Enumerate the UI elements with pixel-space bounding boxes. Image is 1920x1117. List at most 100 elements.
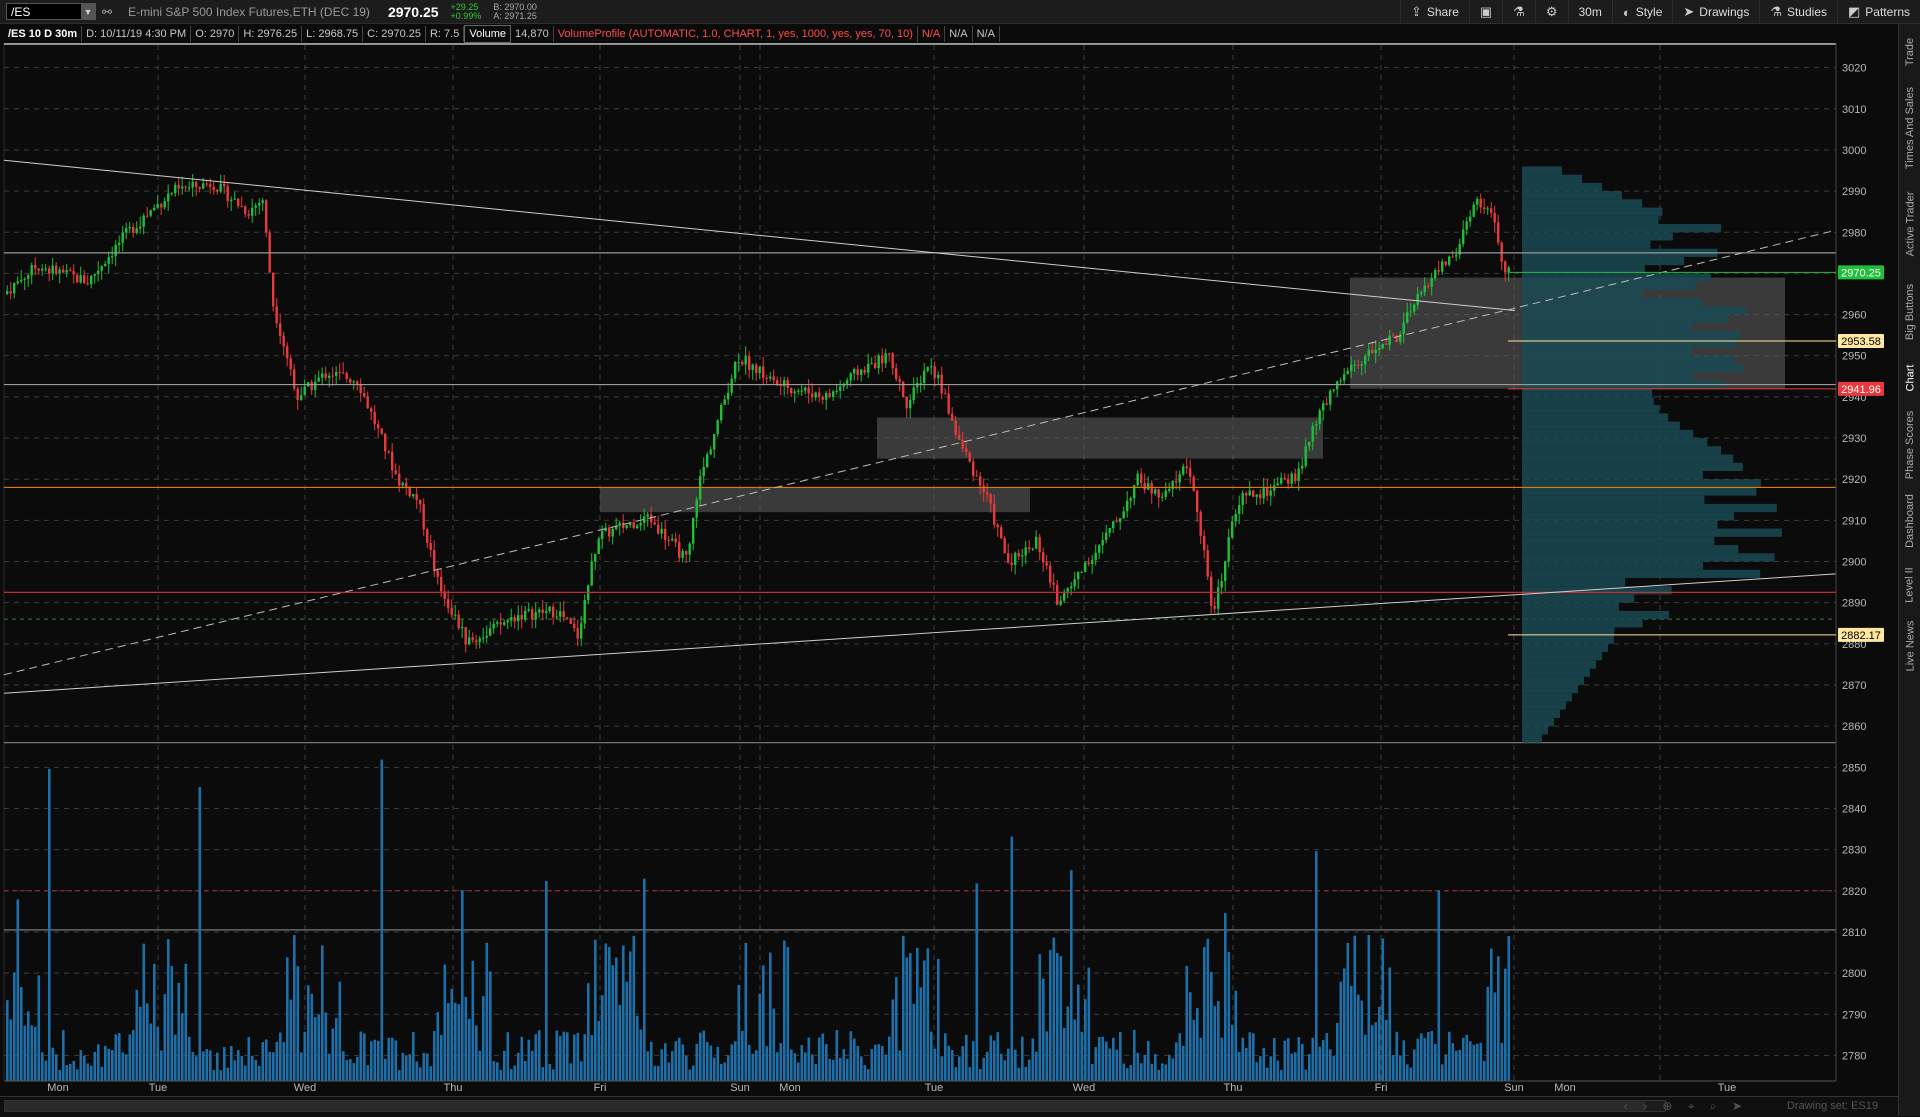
volume-bar [590,1035,594,1081]
volume-profile-bar [1522,536,1715,546]
flask-button[interactable]: ⚗ [1502,0,1535,24]
candle-body [195,181,198,187]
candle-body [1035,537,1038,549]
volume-bar [1238,1052,1241,1081]
side-tab-trade[interactable]: Trade [1899,26,1920,78]
candle-body [1318,410,1321,424]
volume-bar [121,1052,125,1081]
candle-body [849,373,852,381]
candle-body [485,635,488,638]
volume-bar [541,1067,545,1081]
volume-bar [975,883,979,1081]
bottom-tool-icons[interactable]: ‹ › ⊕ ⌖ ⌕ ➤ [1624,1099,1748,1114]
candle-body [349,378,352,383]
drawings-button[interactable]: ➤ Drawings [1672,0,1759,24]
candle-body [825,393,828,400]
candle-body [41,268,44,271]
na-value-2: N/A [945,26,973,42]
candle-body [48,268,51,274]
candle-body [1374,349,1377,354]
volume-bar [1402,1040,1406,1081]
volume-bar [111,1049,114,1081]
side-tab-big-buttons[interactable]: Big Buttons [1899,276,1920,348]
candle-body [671,538,674,541]
volume-bar [881,1046,884,1081]
candle-body [1147,483,1150,490]
side-tab-phase-scores[interactable]: Phase Scores [1899,409,1920,481]
chevron-down-icon[interactable]: ▼ [81,4,95,19]
symbol-input[interactable]: /ES ▼ [6,3,96,20]
volume-bar [1038,954,1042,1081]
candle-body [853,369,856,374]
side-tab-chart[interactable]: Chart [1899,354,1920,402]
candle-body [128,226,131,229]
chain-link-icon[interactable]: ⚯ [102,5,112,19]
volume-bar [611,965,615,1081]
volume-profile-bar [1522,495,1705,504]
volume-bar [282,1042,286,1081]
volume-bar [1455,1050,1458,1081]
candle-body [345,372,348,379]
candle-body [429,542,432,551]
settings-button[interactable]: ⚙ [1534,0,1568,24]
volume-bar [184,963,188,1081]
volume-bar [839,1058,842,1081]
side-tab-dashboard[interactable]: Dashboard [1899,487,1920,555]
volume-bar [821,1033,825,1081]
volume-bar [303,1031,307,1081]
studies-button[interactable]: ⚗ Studies [1759,0,1837,24]
patterns-button[interactable]: ◩ Patterns [1837,0,1920,24]
interval-button[interactable]: 30m [1567,0,1612,24]
share-label: Share [1426,5,1459,19]
volume-bar [1066,1006,1070,1081]
candle-body [230,199,233,202]
candle-body [1185,466,1188,469]
candle-body [688,543,691,555]
side-tab-live-news[interactable]: Live News [1899,614,1920,678]
candle-body [1455,254,1458,257]
side-tab-active-trader[interactable]: Active Trader [1899,179,1920,269]
volume-bar [1119,1031,1122,1081]
volume-profile-bar [1522,602,1619,611]
bid-ask: B: 2970.00 A: 2971.25 [493,2,537,21]
drawing-set-label[interactable]: Drawing set: ES19 [1787,1100,1878,1112]
candle-body [601,531,604,539]
volume-bar [608,947,611,1081]
volume-bar [947,1045,951,1081]
volume-bar [779,1043,783,1081]
volume-study-label[interactable]: Volume [464,25,512,43]
volume-bar [849,1031,853,1081]
side-tab-times-and-sales[interactable]: Times And Sales [1899,82,1920,174]
candle-body [986,492,989,495]
volume-bar [104,1045,107,1081]
snapshot-button[interactable]: ▣ [1468,0,1502,24]
volume-bar [681,1044,685,1081]
volume-bar [1441,1064,1444,1081]
candle-body [1364,356,1367,365]
volume-bar [135,989,139,1081]
volume-bar [412,1031,415,1081]
candle-body [384,433,387,452]
volume-bar [79,1050,83,1081]
volume-bar [912,1003,916,1081]
volume-profile-study-label[interactable]: VolumeProfile (AUTOMATIC, 1.0, CHART, 1,… [554,26,918,42]
share-button[interactable]: ⇪ Share [1399,0,1469,24]
volume-bar [1290,1053,1294,1081]
horizontal-scrollbar[interactable] [4,1100,1666,1112]
volume-bar [464,996,468,1081]
volume-bar [1273,1038,1276,1081]
price-chart[interactable]: 3020301030002990298029702960295029402930… [0,43,1898,1096]
volume-bar [664,1043,667,1081]
volume-profile-bar [1522,643,1608,653]
candle-body [727,392,730,400]
candle-body [531,609,534,620]
side-tab-level-ii[interactable]: Level II [1899,561,1920,609]
candle-body [1024,547,1027,556]
candle-body [520,615,523,620]
volume-profile-bar [1522,405,1660,414]
scrollbar-thumb[interactable] [5,1101,1645,1111]
volume-bar [667,1062,671,1081]
volume-bar [954,1067,958,1081]
candle-body [1462,229,1465,245]
style-button[interactable]: ◐ Style [1611,0,1673,24]
